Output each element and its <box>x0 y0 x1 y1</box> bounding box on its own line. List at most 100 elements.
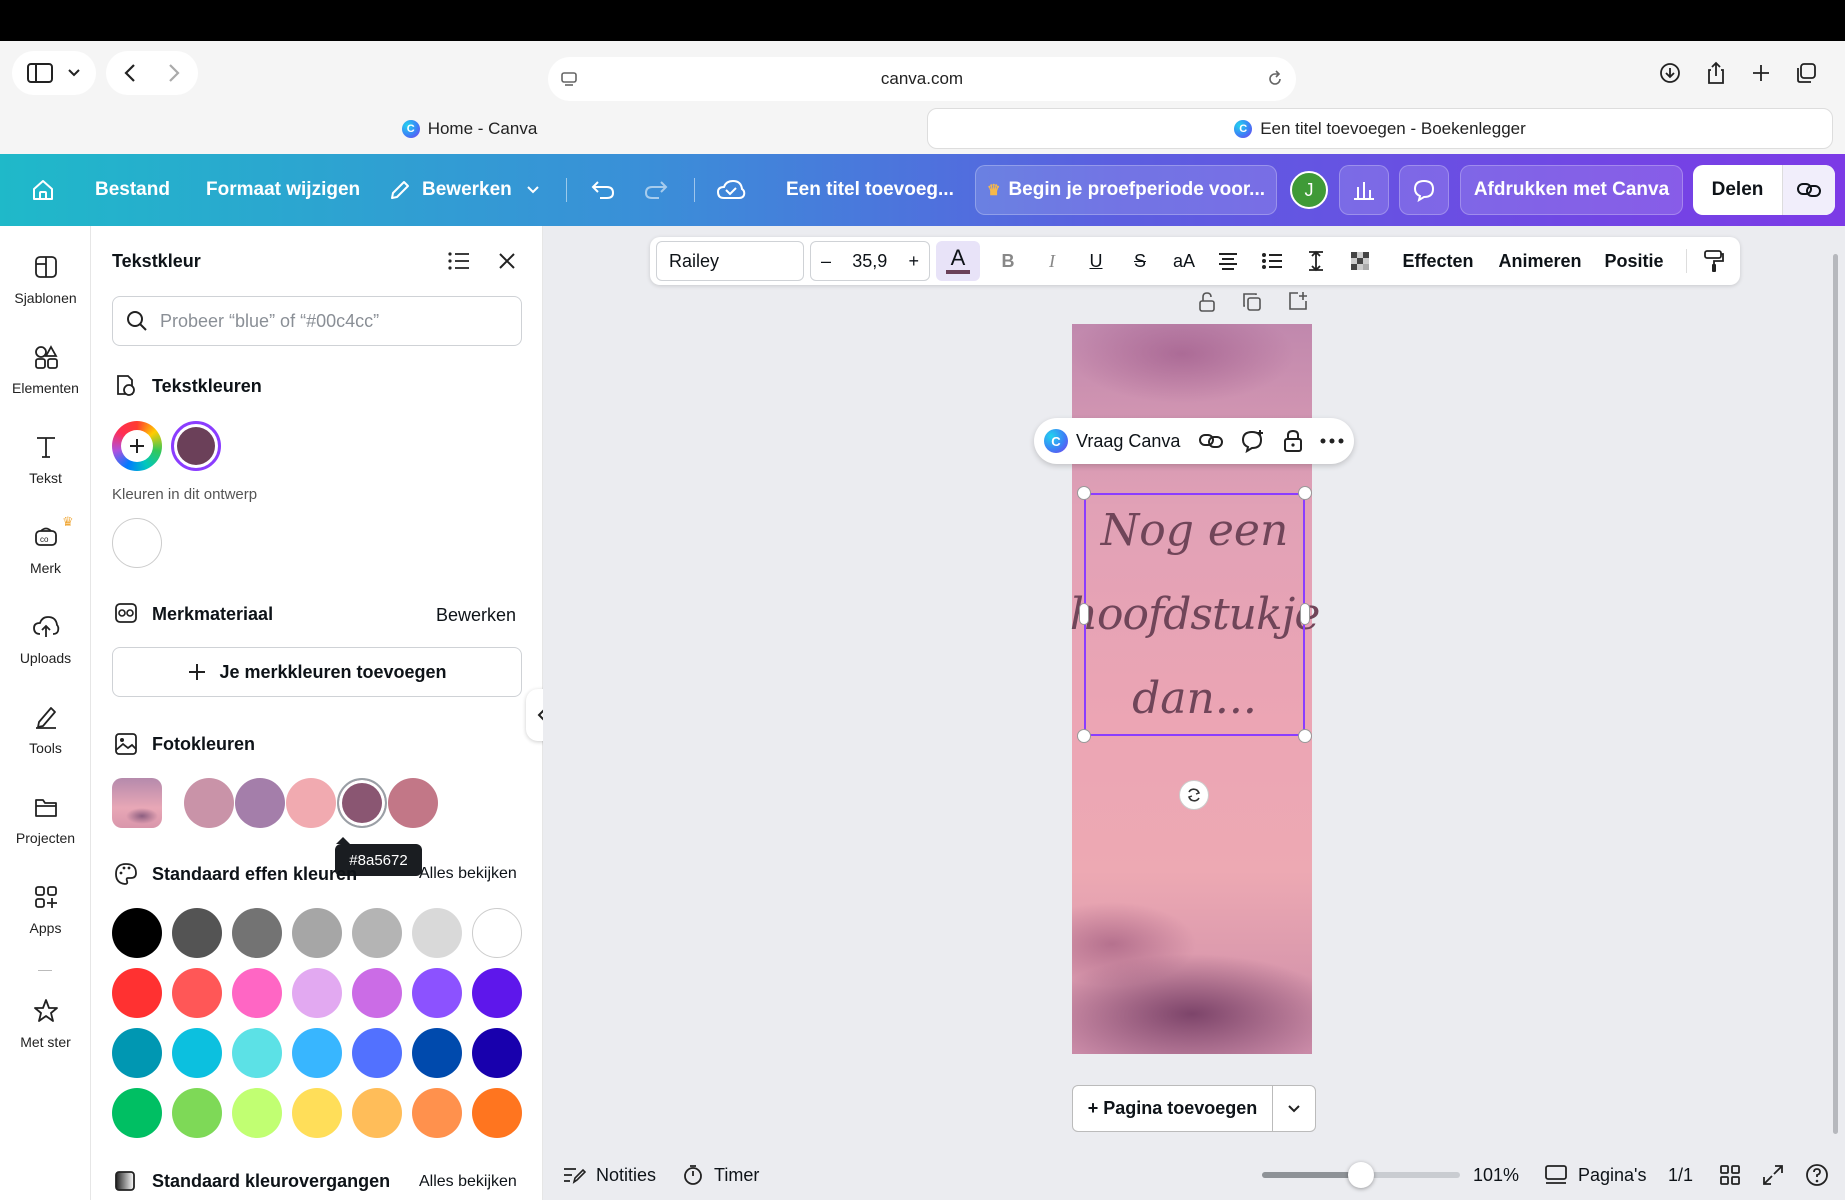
forward-icon[interactable] <box>167 63 181 83</box>
resize-menu[interactable]: Formaat wijzigen <box>206 154 360 226</box>
solid-color-swatch[interactable] <box>352 1088 402 1138</box>
add-page-icon[interactable] <box>1288 291 1308 311</box>
solid-color-swatch[interactable] <box>292 1088 342 1138</box>
photo-color-swatch[interactable] <box>388 778 438 828</box>
solid-color-swatch[interactable] <box>232 1028 282 1078</box>
color-search-input[interactable]: Probeer “blue” of “#00c4cc” <box>112 296 522 346</box>
solid-color-swatch[interactable] <box>352 968 402 1018</box>
help-icon[interactable] <box>1805 1163 1829 1187</box>
save-status[interactable] <box>716 154 746 226</box>
design-title[interactable]: Een titel toevoeg... <box>786 154 954 226</box>
add-page-dropdown[interactable] <box>1273 1086 1315 1131</box>
new-tab-icon[interactable] <box>1751 63 1771 83</box>
trial-button[interactable]: ♛ Begin je proefperiode voor... <box>975 165 1277 215</box>
align-button[interactable] <box>1206 237 1250 285</box>
resize-handle-tr[interactable] <box>1298 486 1312 500</box>
comments-button[interactable] <box>1399 165 1449 215</box>
solid-color-swatch[interactable] <box>412 1028 462 1078</box>
grid-view-icon[interactable] <box>1719 1164 1741 1186</box>
add-page-button[interactable]: + Pagina toevoegen <box>1073 1086 1273 1131</box>
tab-home-canva[interactable]: C Home - Canva <box>12 108 927 149</box>
avatar[interactable]: J <box>1290 171 1328 209</box>
rail-uploads[interactable]: Uploads <box>0 614 91 666</box>
more-icon[interactable] <box>1320 438 1344 444</box>
zoom-slider[interactable] <box>1262 1162 1460 1188</box>
photo-thumbnail[interactable] <box>112 778 162 828</box>
solid-color-swatch[interactable] <box>112 968 162 1018</box>
ask-canva-button[interactable]: C Vraag Canva <box>1044 418 1180 464</box>
spacing-button[interactable] <box>1294 237 1338 285</box>
rail-templates[interactable]: Sjablonen <box>0 254 91 306</box>
home-button[interactable] <box>30 154 56 226</box>
case-button[interactable]: aA <box>1162 237 1206 285</box>
underline-button[interactable]: U <box>1074 237 1118 285</box>
solid-color-swatch[interactable] <box>472 1028 522 1078</box>
font-dropdown[interactable]: Railey <box>656 241 804 281</box>
gradients-see-all-link[interactable]: Alles bekijken <box>419 1173 517 1191</box>
download-icon[interactable] <box>1659 62 1681 84</box>
solid-color-swatch[interactable] <box>112 1028 162 1078</box>
bold-button[interactable]: B <box>986 237 1030 285</box>
resize-handle-bl[interactable] <box>1077 729 1091 743</box>
add-color-button[interactable] <box>112 421 162 471</box>
strikethrough-button[interactable]: S <box>1118 237 1162 285</box>
rail-brand[interactable]: ♛ co Merk <box>0 514 91 576</box>
font-size-value[interactable]: 35,9 <box>852 251 887 272</box>
tabs-overview-icon[interactable] <box>1795 62 1817 84</box>
back-icon[interactable] <box>123 63 137 83</box>
reload-icon[interactable] <box>1266 70 1284 88</box>
pages-button[interactable]: Pagina's <box>1544 1160 1646 1190</box>
zoom-level[interactable]: 101% <box>1473 1160 1519 1190</box>
solid-color-swatch[interactable] <box>472 908 522 958</box>
solid-color-swatch[interactable] <box>472 1088 522 1138</box>
solid-color-swatch[interactable] <box>412 908 462 958</box>
solid-color-swatch[interactable] <box>172 1088 222 1138</box>
rail-apps[interactable]: Apps <box>0 884 91 936</box>
rail-projects[interactable]: Projecten <box>0 794 91 846</box>
font-size-stepper[interactable]: – 35,9 + <box>810 241 930 281</box>
solid-color-swatch[interactable] <box>172 908 222 958</box>
solid-color-swatch[interactable] <box>112 908 162 958</box>
lock-page-icon[interactable] <box>1198 292 1216 312</box>
solid-color-swatch[interactable] <box>232 1088 282 1138</box>
solid-color-swatch[interactable] <box>112 1088 162 1138</box>
solid-see-all-link[interactable]: Alles bekijken <box>419 865 517 883</box>
copy-style-button[interactable] <box>1692 237 1736 285</box>
solid-color-swatch[interactable] <box>172 968 222 1018</box>
solid-color-swatch[interactable] <box>292 908 342 958</box>
solid-color-swatch[interactable] <box>292 1028 342 1078</box>
increase-size-button[interactable]: + <box>908 251 919 272</box>
resize-handle-br[interactable] <box>1298 729 1312 743</box>
photo-color-swatch[interactable] <box>337 778 387 828</box>
rail-text[interactable]: Tekst <box>0 434 91 486</box>
share-button[interactable]: Delen <box>1693 165 1783 215</box>
rail-tools[interactable]: Tools <box>0 704 91 756</box>
file-menu[interactable]: Bestand <box>95 154 170 226</box>
solid-color-swatch[interactable] <box>292 968 342 1018</box>
decrease-size-button[interactable]: – <box>821 251 831 272</box>
solid-color-swatch[interactable] <box>172 1028 222 1078</box>
resize-handle-tl[interactable] <box>1077 486 1091 500</box>
text-color-swatch-selected[interactable] <box>171 421 221 471</box>
edit-menu[interactable]: Bewerken <box>388 154 540 226</box>
add-comment-icon[interactable] <box>1240 429 1266 455</box>
add-brand-colors-button[interactable]: Je merkkleuren toevoegen <box>112 647 522 697</box>
solid-color-swatch[interactable] <box>232 968 282 1018</box>
rotate-handle[interactable] <box>1179 780 1209 810</box>
undo-button[interactable] <box>590 154 616 226</box>
list-button[interactable] <box>1250 237 1294 285</box>
photo-color-swatch[interactable] <box>235 778 285 828</box>
share-icon[interactable] <box>1705 61 1727 85</box>
zoom-slider-thumb[interactable] <box>1348 1162 1374 1188</box>
solid-color-swatch[interactable] <box>352 908 402 958</box>
list-view-icon[interactable] <box>447 250 471 272</box>
photo-color-swatch[interactable] <box>184 778 234 828</box>
effects-button[interactable]: Effecten <box>1390 237 1486 285</box>
design-color-swatch[interactable] <box>112 518 162 568</box>
italic-button[interactable]: I <box>1030 237 1074 285</box>
solid-color-swatch[interactable] <box>352 1028 402 1078</box>
link-icon[interactable] <box>1198 431 1224 451</box>
insights-button[interactable] <box>1339 165 1389 215</box>
solid-color-swatch[interactable] <box>472 968 522 1018</box>
notes-button[interactable]: Notities <box>562 1160 656 1190</box>
